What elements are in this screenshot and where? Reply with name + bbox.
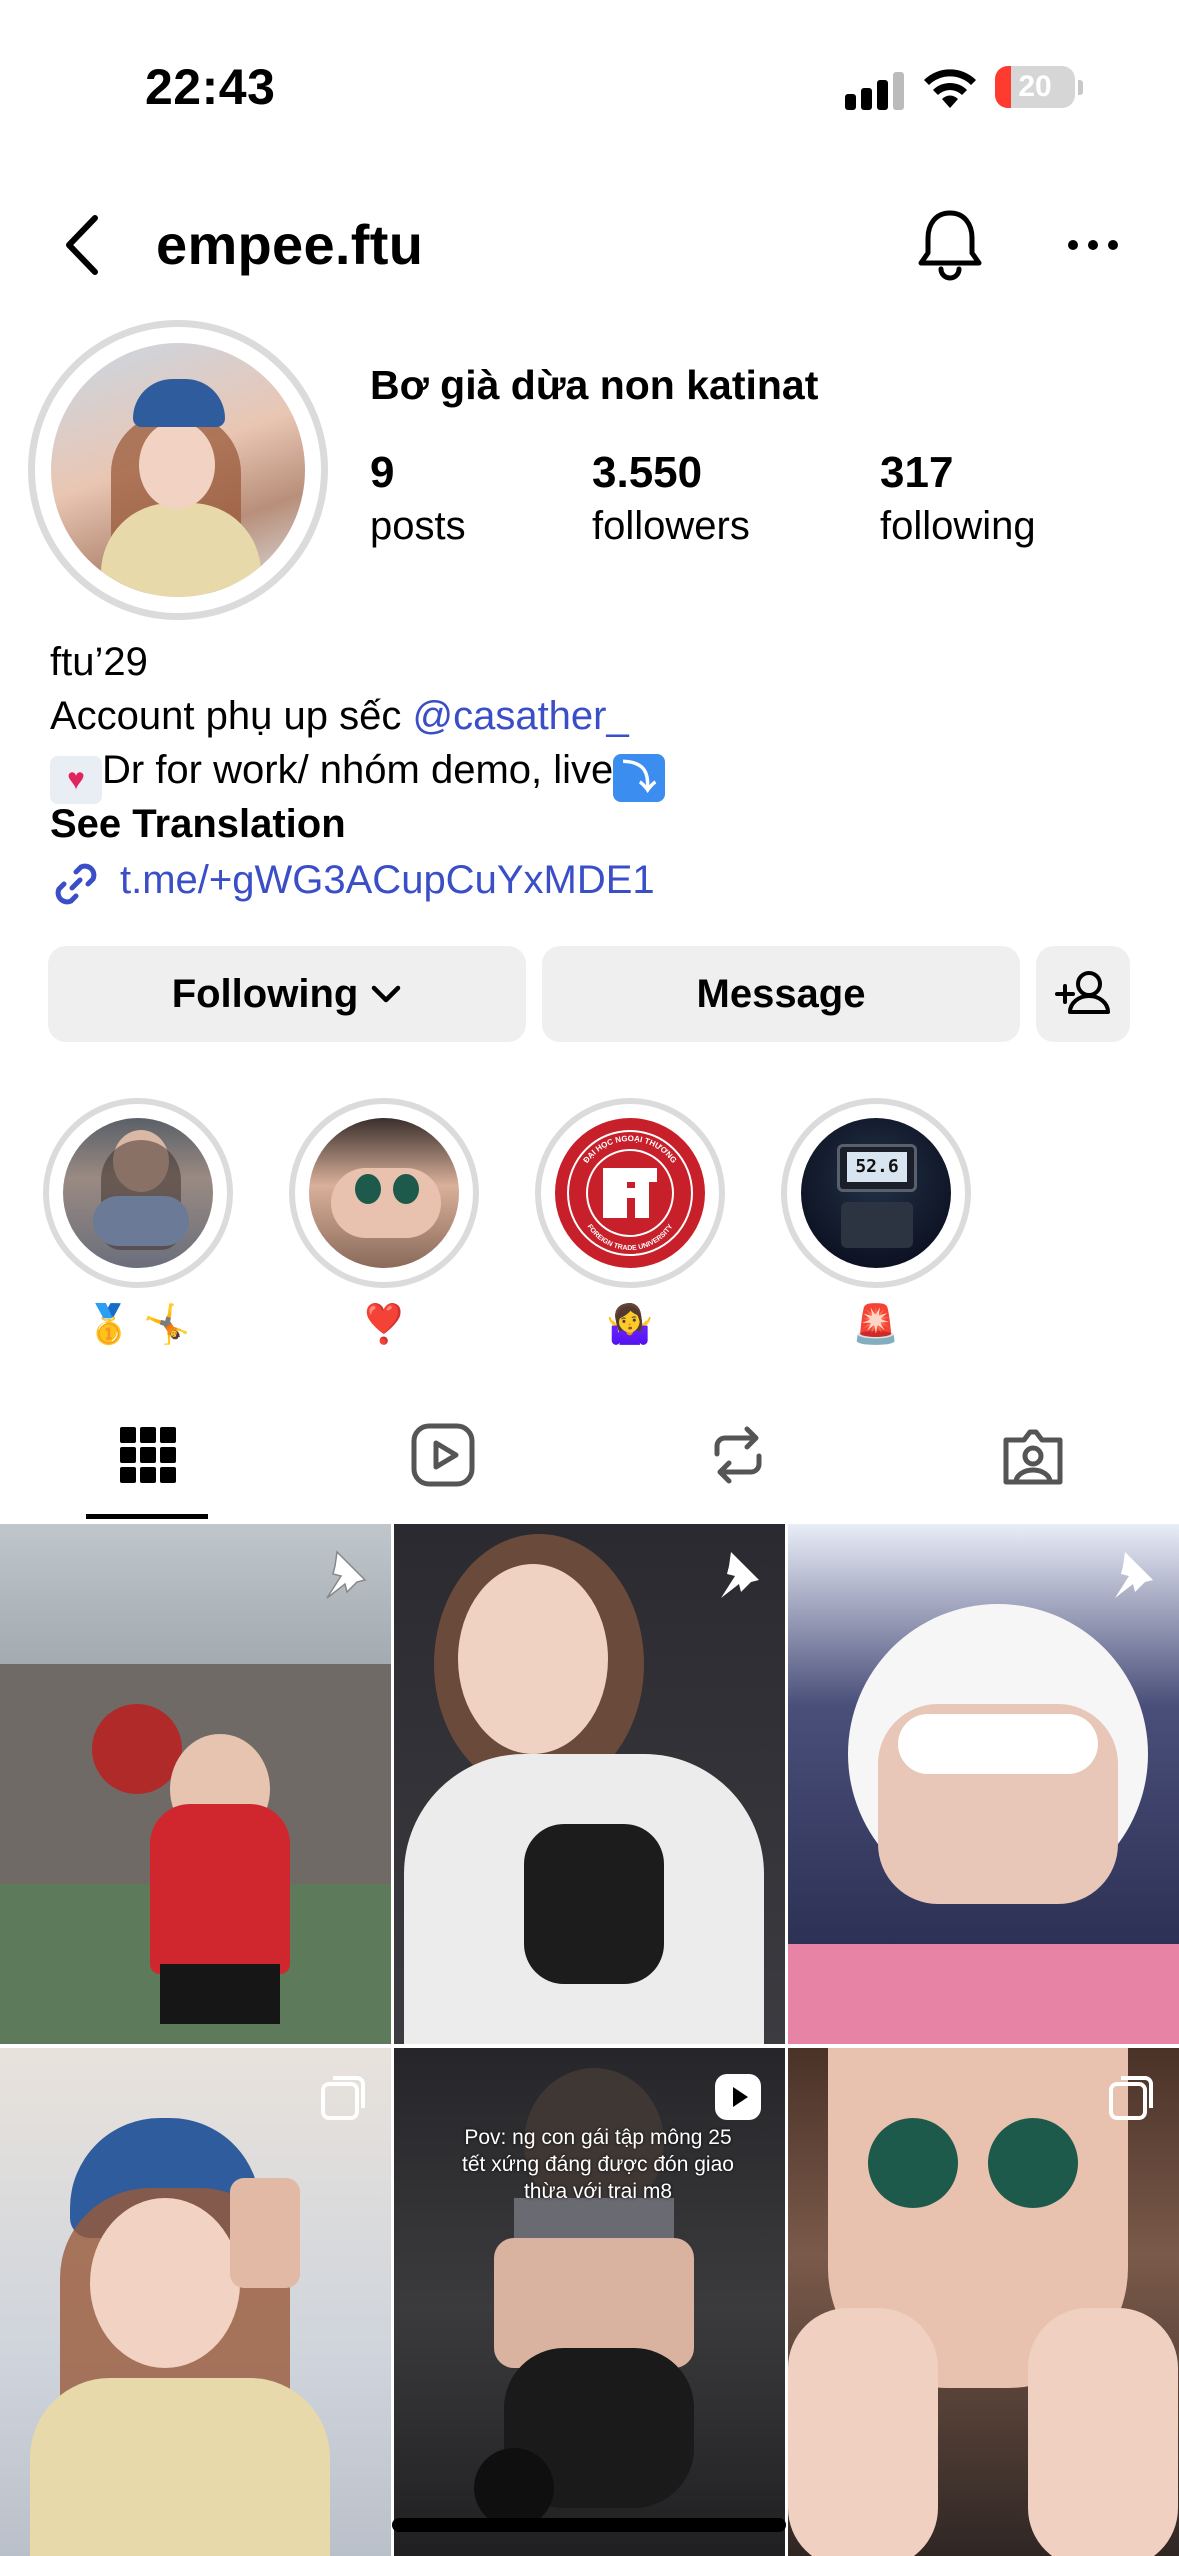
highlight-label: ❣️ — [360, 1304, 408, 1346]
tab-posts-grid[interactable] — [0, 1398, 295, 1520]
home-indicator[interactable] — [392, 2518, 786, 2532]
link-icon — [55, 863, 97, 905]
carousel-icon — [321, 2076, 365, 2120]
stat-label: followers — [592, 504, 750, 548]
stat-label: posts — [370, 504, 466, 548]
story-highlight[interactable]: 52.6 🚨 — [781, 1098, 971, 1350]
following-button[interactable]: Following — [48, 946, 526, 1042]
message-button[interactable]: Message — [542, 946, 1020, 1042]
stat-value: 317 — [880, 448, 954, 497]
post-thumbnail[interactable] — [394, 1524, 785, 2044]
highlight-cover: ĐẠI HỌC NGOẠI THƯƠNG FOREIGN TRADE UNIVE… — [555, 1118, 705, 1268]
profile-tabs — [0, 1398, 1179, 1520]
profile-bio: ftu’29 Account phụ up sếc @casather_ ♥ Dr… — [50, 635, 1150, 851]
reposts-icon — [714, 1426, 762, 1484]
stat-value: 3.550 — [592, 448, 703, 497]
post-thumbnail[interactable] — [788, 1524, 1179, 2044]
bio-line-2: Account phụ up sếc @casather_ — [50, 689, 1150, 743]
stat-label: following — [880, 504, 1036, 548]
pin-icon — [721, 1552, 759, 1598]
stat-following[interactable]: 317 following — [880, 448, 1036, 549]
profile-header: empee.ftu — [0, 190, 1179, 300]
cellular-signal-icon — [845, 70, 905, 110]
highlight-cover: 52.6 — [801, 1118, 951, 1268]
post-thumbnail[interactable] — [0, 1524, 391, 2044]
highlight-label: 🥇 🤸 — [85, 1304, 191, 1346]
wifi-icon — [924, 69, 976, 108]
avatar-photo — [51, 343, 305, 597]
display-name: Bơ già dừa non katinat — [370, 362, 819, 408]
story-highlight[interactable]: ❣️ — [289, 1098, 479, 1350]
bell-icon[interactable] — [915, 205, 985, 281]
grid-icon — [120, 1427, 176, 1483]
scale-display-reading: 52.6 — [847, 1152, 907, 1182]
carousel-icon — [1109, 2076, 1153, 2120]
story-highlight[interactable]: ĐẠI HỌC NGOẠI THƯƠNG FOREIGN TRADE UNIVE… — [535, 1098, 725, 1350]
highlight-label: 🤷‍♀️ — [606, 1304, 654, 1346]
status-time: 22:43 — [145, 59, 276, 115]
bio-text: Dr for work/ nhóm demo, live — [102, 748, 614, 792]
message-label: Message — [696, 972, 866, 1016]
tab-reposts[interactable] — [590, 1398, 885, 1520]
highlight-label: 🚨 — [852, 1304, 900, 1346]
stat-followers[interactable]: 3.550 followers — [592, 448, 750, 549]
profile-username: empee.ftu — [156, 213, 424, 276]
post-thumbnail[interactable] — [0, 2048, 391, 2556]
see-translation-link[interactable]: See Translation — [50, 797, 1150, 851]
reel-icon — [715, 2074, 761, 2120]
posts-grid: Pov: ng con gái tập mông 25 tết xứng đán… — [0, 1524, 1179, 2556]
active-tab-indicator — [86, 1514, 208, 1519]
stat-value: 9 — [370, 448, 395, 497]
university-seal-icon: ĐẠI HỌC NGOẠI THƯƠNG FOREIGN TRADE UNIVE… — [562, 1125, 698, 1261]
bio-link-text[interactable]: t.me/+gWG3ACupCuYxMDE1 — [120, 858, 655, 903]
pin-icon — [326, 1550, 367, 1599]
post-caption-overlay: Pov: ng con gái tập mông 25 tết xứng đán… — [462, 2126, 734, 2203]
tagged-icon — [1003, 1429, 1063, 1485]
pin-icon — [1115, 1552, 1153, 1598]
following-label: Following — [171, 972, 359, 1016]
highlight-cover — [63, 1118, 213, 1268]
battery-nub — [1078, 80, 1083, 95]
battery-icon: 20 — [995, 66, 1075, 108]
status-bar: 22:43 20 — [0, 0, 1179, 160]
highlight-cover — [309, 1118, 459, 1268]
stat-posts[interactable]: 9 posts — [370, 448, 466, 549]
chevron-left-icon[interactable] — [55, 212, 111, 278]
bio-line-1: ftu’29 — [50, 640, 148, 684]
arrow-down-icon: ⤵ — [613, 754, 666, 802]
post-thumbnail[interactable]: Pov: ng con gái tập mông 25 tết xứng đán… — [394, 2048, 785, 2556]
tab-tagged[interactable] — [885, 1398, 1179, 1520]
bio-mention-link[interactable]: @casather_ — [412, 694, 628, 738]
tab-reels[interactable] — [295, 1398, 590, 1520]
profile-avatar[interactable] — [28, 320, 328, 620]
battery-level: 20 — [1018, 70, 1052, 103]
story-highlight[interactable]: 🥇 🤸 — [43, 1098, 233, 1350]
bio-line-3: ♥ Dr for work/ nhóm demo, live ⤵ — [50, 743, 1150, 804]
more-horizontal-icon[interactable] — [1065, 225, 1121, 265]
reels-icon — [411, 1423, 475, 1487]
post-thumbnail[interactable] — [788, 2048, 1179, 2556]
add-user-icon — [1055, 971, 1110, 1014]
bio-text: Account phụ up sếc — [50, 694, 413, 738]
suggested-users-button[interactable] — [1036, 946, 1130, 1042]
chevron-down-icon — [372, 985, 401, 1003]
